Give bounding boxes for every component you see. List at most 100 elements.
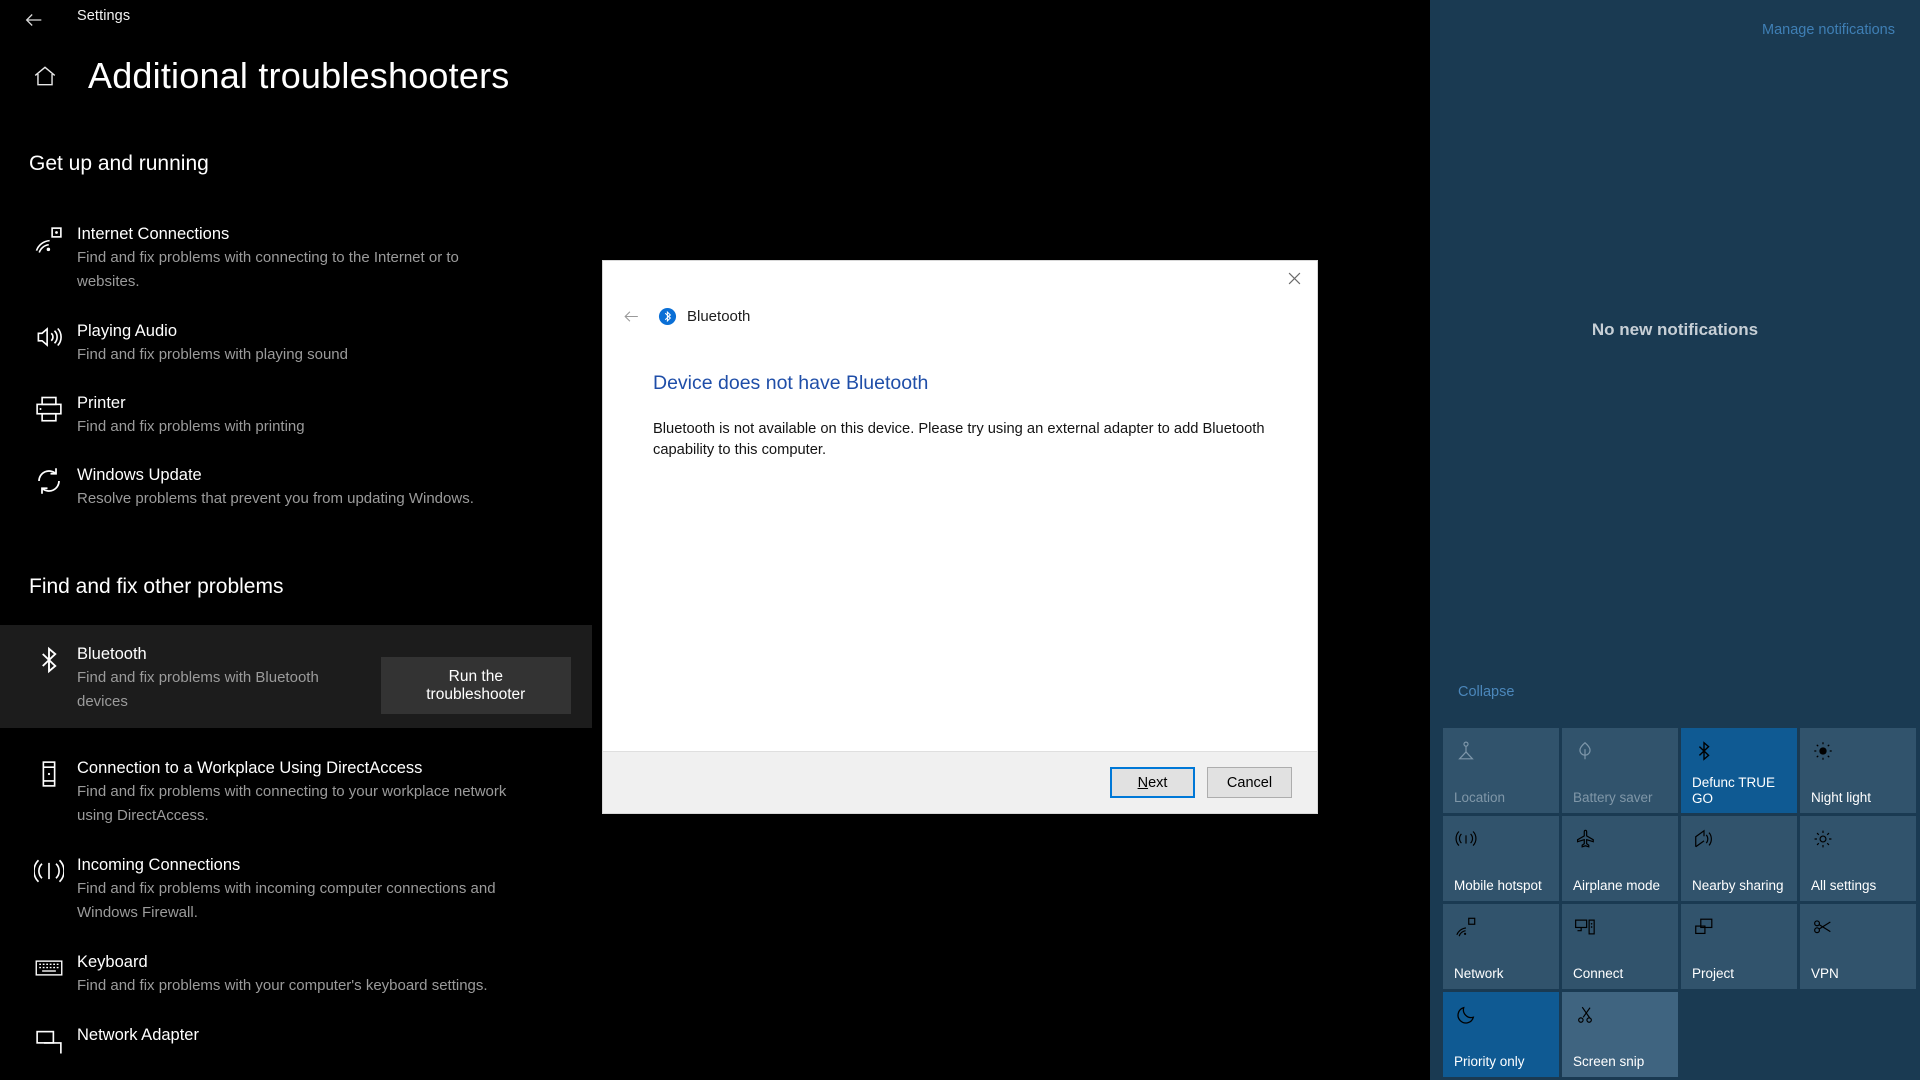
quick-action-label: Network [1454, 966, 1504, 981]
quick-action-label: Project [1692, 966, 1735, 981]
quick-action-label: Battery saver [1573, 790, 1653, 805]
back-arrow-icon[interactable] [612, 307, 650, 326]
next-button[interactable]: Next [1110, 767, 1195, 798]
list-item-title: Bluetooth [77, 645, 147, 663]
settings-titlebar: Settings [0, 0, 1430, 42]
dialog-footer: Next Cancel [603, 751, 1317, 813]
list-item-incoming-connections[interactable]: Incoming Connections Find and fix proble… [0, 854, 600, 925]
list-item-internet-connections[interactable]: Internet Connections Find and fix proble… [0, 223, 600, 294]
list-item-description: Find and fix problems with your computer… [77, 977, 488, 994]
list-item-description: Find and fix problems with Bluetooth dev… [77, 669, 319, 710]
cancel-button[interactable]: Cancel [1207, 767, 1292, 798]
quick-action-priority-only[interactable]: Priority only [1443, 992, 1559, 1077]
list-item-directaccess[interactable]: Connection to a Workplace Using DirectAc… [0, 757, 600, 828]
list-item-playing-audio[interactable]: Playing Audio Find and fix problems with… [0, 320, 600, 367]
quick-action-vpn[interactable]: VPN [1800, 904, 1916, 989]
list-item-title: Incoming Connections [77, 856, 241, 874]
vpn-icon [1812, 916, 1834, 938]
quick-action-label: Location [1454, 790, 1506, 805]
dialog-nav: Bluetooth [603, 307, 750, 326]
quick-action-label: Priority only [1454, 1054, 1525, 1069]
bluetooth-troubleshooter-dialog: Bluetooth Device does not have Bluetooth… [603, 261, 1317, 813]
list-item-description: Find and fix problems with printing [77, 418, 305, 435]
list-item-title: Connection to a Workplace Using DirectAc… [77, 759, 423, 777]
quick-action-mobile-hotspot[interactable]: Mobile hotspot [1443, 816, 1559, 901]
connect-icon [1574, 916, 1596, 938]
quick-action-label: Connect [1573, 966, 1624, 981]
list-item-bluetooth-selected[interactable]: Bluetooth Find and fix problems with Blu… [0, 625, 592, 728]
manage-notifications-link[interactable]: Manage notifications [1762, 22, 1895, 38]
collapse-link[interactable]: Collapse [1458, 684, 1514, 700]
keyboard-icon [27, 951, 71, 998]
quick-action-night-light[interactable]: Night light [1800, 728, 1916, 813]
dialog-heading: Device does not have Bluetooth [653, 372, 929, 394]
list-item-title: Windows Update [77, 466, 202, 484]
list-item-title: Keyboard [77, 953, 148, 971]
next-button-rest: ext [1148, 774, 1168, 791]
printer-icon [27, 392, 71, 439]
device-icon [27, 757, 71, 828]
network-adapter-icon [27, 1024, 71, 1056]
page-header: Additional troubleshooters [0, 55, 1430, 97]
quick-action-label: Defunc TRUE GO [1692, 775, 1776, 806]
quick-action-label: Airplane mode [1573, 878, 1661, 893]
project-icon [1693, 916, 1715, 938]
list-item-title: Internet Connections [77, 225, 230, 243]
nearby-sharing-icon [1693, 828, 1715, 850]
next-button-mnemonic: N [1137, 774, 1149, 791]
desktop-root: Settings Additional troubleshooters Get … [0, 0, 1920, 1080]
home-icon[interactable] [24, 63, 66, 89]
quick-action-label: All settings [1811, 878, 1877, 893]
wifi-icon [1455, 916, 1477, 938]
list-item-network-adapter[interactable]: Network Adapter [0, 1024, 600, 1056]
list-item-keyboard[interactable]: Keyboard Find and fix problems with your… [0, 951, 600, 998]
bluetooth-icon [27, 643, 71, 714]
brightness-icon [1812, 740, 1834, 762]
section-heading-find-and-fix: Find and fix other problems [29, 575, 284, 598]
quick-action-label: Mobile hotspot [1454, 878, 1542, 893]
close-icon[interactable] [1271, 261, 1317, 295]
list-item-description: Resolve problems that prevent you from u… [77, 490, 474, 507]
dialog-body-text: Bluetooth is not available on this devic… [653, 421, 1265, 458]
location-icon [1455, 740, 1477, 762]
dialog-nav-label: Bluetooth [687, 308, 751, 325]
run-the-troubleshooter-button[interactable]: Run the troubleshooter [380, 657, 571, 714]
quick-action-nearby-sharing[interactable]: Nearby sharing [1681, 816, 1797, 901]
section-heading-get-up-and-running: Get up and running [29, 152, 209, 175]
quick-action-defunc-true-go[interactable]: Defunc TRUE GO [1681, 728, 1797, 813]
quick-action-project[interactable]: Project [1681, 904, 1797, 989]
back-arrow-icon[interactable] [12, 2, 56, 38]
quick-action-label: Night light [1811, 790, 1872, 805]
quick-action-network[interactable]: Network [1443, 904, 1559, 989]
quick-action-location[interactable]: Location [1443, 728, 1559, 813]
quick-action-label: Screen snip [1573, 1054, 1645, 1069]
troubleshooter-list-get-up-and-running: Internet Connections Find and fix proble… [0, 215, 600, 511]
airplane-icon [1574, 828, 1596, 850]
quick-action-label: VPN [1811, 966, 1839, 981]
internet-connections-icon [27, 223, 71, 294]
quick-action-connect[interactable]: Connect [1562, 904, 1678, 989]
broadcast-icon [27, 854, 71, 925]
no-new-notifications-text: No new notifications [1591, 320, 1759, 339]
refresh-icon [27, 464, 71, 511]
settings-window-title: Settings [77, 8, 131, 24]
bluetooth-icon [658, 307, 677, 326]
quick-action-airplane-mode[interactable]: Airplane mode [1562, 816, 1678, 901]
list-item-description: Find and fix problems with connecting to… [77, 249, 459, 290]
quick-action-all-settings[interactable]: All settings [1800, 816, 1916, 901]
quick-action-label: Nearby sharing [1692, 878, 1784, 893]
list-item-description: Find and fix problems with playing sound [77, 346, 348, 363]
quick-action-battery-saver[interactable]: Battery saver [1562, 728, 1678, 813]
speaker-icon [27, 320, 71, 367]
quick-actions-grid: Location Battery saver Defunc TRUE GO Ni… [1443, 728, 1916, 1077]
quick-action-screen-snip[interactable]: Screen snip [1562, 992, 1678, 1077]
list-item-title: Printer [77, 394, 126, 412]
mobile-hotspot-icon [1455, 828, 1477, 850]
screen-snip-icon [1574, 1004, 1596, 1026]
battery-saver-icon [1574, 740, 1596, 762]
page-title: Additional troubleshooters [88, 55, 510, 96]
list-item-windows-update[interactable]: Windows Update Resolve problems that pre… [0, 464, 600, 511]
list-item-printer[interactable]: Printer Find and fix problems with print… [0, 392, 600, 439]
troubleshooter-list-find-and-fix: Bluetooth Find and fix problems with Blu… [0, 625, 600, 1056]
moon-icon [1455, 1004, 1477, 1026]
